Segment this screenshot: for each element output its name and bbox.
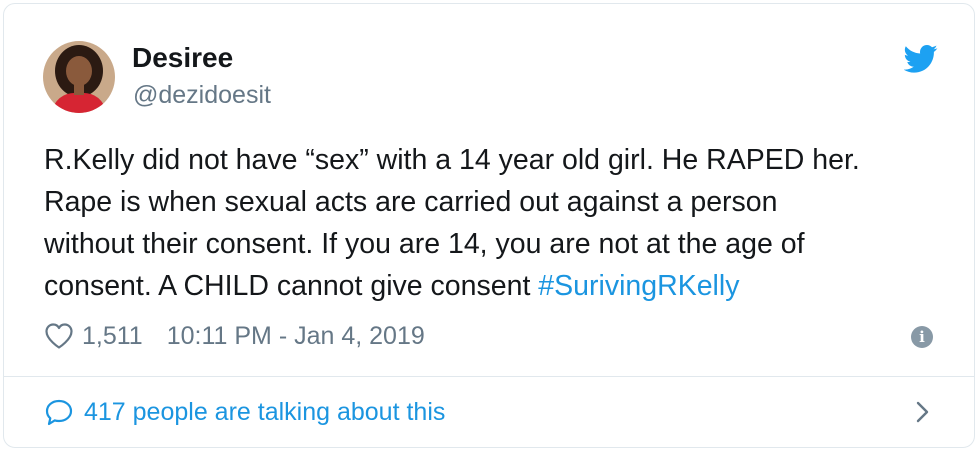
author-name[interactable]: Desiree <box>132 41 233 75</box>
tweet-line-text: consent. A CHILD cannot give consent <box>44 270 539 302</box>
speech-bubble-icon <box>44 398 74 426</box>
tweet-line: consent. A CHILD cannot give consent #Su… <box>44 265 954 307</box>
tweet-line: without their consent. If you are 14, yo… <box>44 228 805 260</box>
avatar[interactable] <box>43 41 115 113</box>
talking-about-label: 417 people are talking about this <box>84 397 446 426</box>
twitter-bird-icon[interactable] <box>903 44 938 74</box>
tweet-line: Rape is when sexual acts are carried out… <box>44 186 778 218</box>
talking-about-link[interactable]: 417 people are talking about this <box>44 392 445 432</box>
tweet-timestamp[interactable]: 10:11 PM - Jan 4, 2019 <box>167 322 425 351</box>
tweet-line: R.Kelly did not have “sex” with a 14 yea… <box>44 144 860 176</box>
chevron-right-icon[interactable] <box>912 398 932 426</box>
footer-divider <box>3 376 975 377</box>
tweet-text: R.Kelly did not have “sex” with a 14 yea… <box>44 139 954 307</box>
author-handle[interactable]: @dezidoesit <box>133 80 271 110</box>
tweet-meta: 1,511 10:11 PM - Jan 4, 2019 <box>44 318 425 354</box>
hashtag-link[interactable]: #SurivingRKelly <box>538 270 739 302</box>
info-icon[interactable]: i <box>911 326 933 348</box>
like-count[interactable]: 1,511 <box>82 322 143 351</box>
heart-icon[interactable] <box>44 322 74 350</box>
